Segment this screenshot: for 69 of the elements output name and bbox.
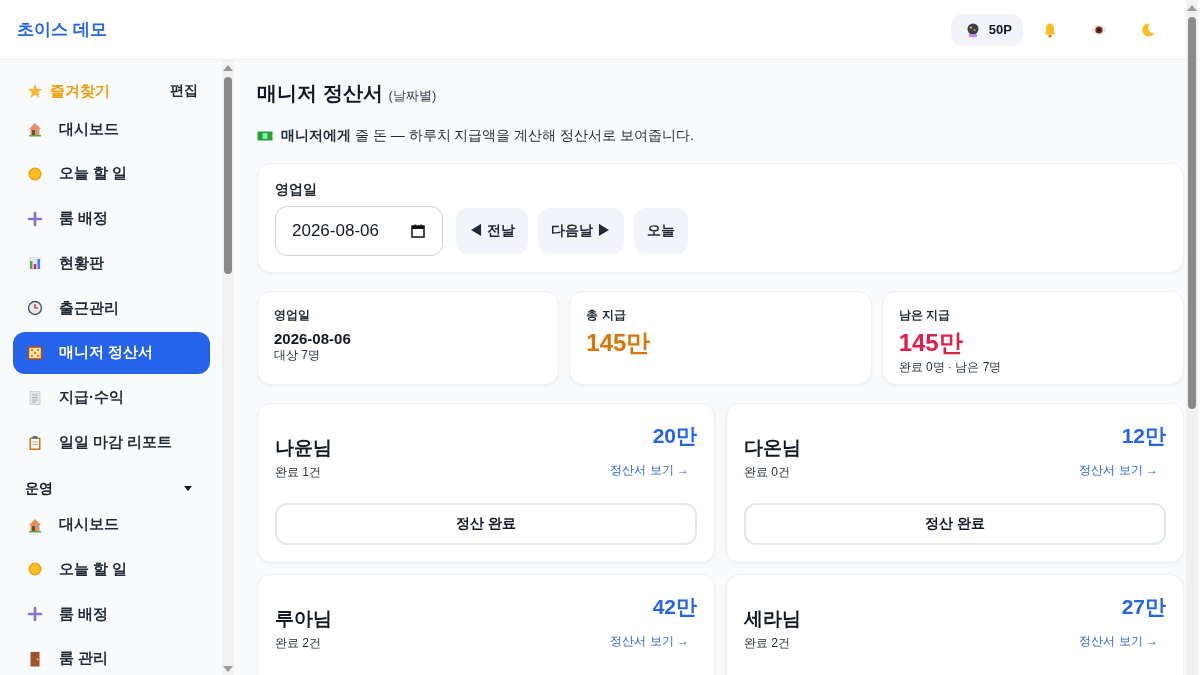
- completed-count: 완료 2건: [275, 635, 322, 652]
- moon-icon: [1140, 21, 1156, 38]
- settle-button[interactable]: 정산 완료: [275, 503, 697, 545]
- payout-amount: 20만: [652, 423, 697, 449]
- star-icon: [27, 83, 43, 99]
- payout-amount: 42만: [652, 594, 697, 620]
- stat-label: 총 지급: [586, 307, 627, 324]
- clipboard-icon: [27, 434, 43, 451]
- sidebar-item[interactable]: 일일 마감 리포트: [13, 421, 210, 464]
- sidebar-item[interactable]: 출근관리: [13, 287, 210, 330]
- stat-note: 완료 0명 · 남은 7명: [898, 359, 1003, 376]
- view-statement-link[interactable]: 정산서 보기 →: [1079, 633, 1158, 650]
- caret-icon: [184, 486, 192, 492]
- app-title: 초이스 데모: [17, 19, 107, 41]
- document-icon: [27, 389, 43, 406]
- manager-name: 세라님: [744, 607, 801, 631]
- sidebar-item[interactable]: 대시보드: [13, 503, 210, 546]
- sidebar-item[interactable]: 지급·수익: [13, 376, 210, 419]
- nav-button[interactable]: 오늘: [633, 208, 688, 254]
- bell-icon: [1042, 21, 1058, 38]
- points-button[interactable]: 50P: [950, 13, 1023, 46]
- house-icon: [27, 516, 43, 533]
- sidebar-item[interactable]: 오늘 할 일: [13, 152, 210, 195]
- sun-icon: [27, 561, 43, 578]
- bar-chart-icon: [27, 255, 43, 272]
- stat-value: 2026-08-06: [274, 330, 352, 347]
- nav-button[interactable]: ◀ 전날: [456, 208, 528, 254]
- abacus-icon: [27, 345, 43, 361]
- house-icon: [27, 121, 43, 137]
- field-label: 영업일: [275, 181, 318, 199]
- sidebar-item[interactable]: 현황판: [13, 242, 210, 285]
- sidebar-item[interactable]: 룸 배정: [13, 197, 210, 240]
- section-header[interactable]: 운영: [13, 475, 210, 502]
- sidebar-item[interactable]: 매니저 정산서: [13, 332, 210, 374]
- settle-button[interactable]: 정산 완료: [744, 503, 1166, 545]
- payout-amount: 12만: [1121, 423, 1166, 449]
- view-statement-link[interactable]: 정산서 보기 →: [610, 462, 689, 479]
- scrollbar[interactable]: [1186, 0, 1198, 675]
- plus-icon: [27, 210, 43, 227]
- stat-note: 대상 7명: [274, 347, 321, 364]
- sidebar-item[interactable]: 룸 배정: [13, 593, 210, 636]
- stat-value: 145만: [898, 328, 964, 358]
- view-statement-link[interactable]: 정산서 보기 →: [610, 633, 689, 650]
- favorites-heading: 즐겨찾기: [50, 81, 110, 101]
- view-statement-link[interactable]: 정산서 보기 →: [1079, 462, 1158, 479]
- sun-icon: [27, 165, 43, 182]
- stat-label: 영업일: [274, 307, 311, 324]
- sidebar-item[interactable]: 오늘 할 일: [13, 548, 210, 591]
- page-description: 매니저에게 줄 돈 — 하루치 지급액을 계산해 정산서로 보여줍니다.: [281, 127, 694, 145]
- stat-value: 145만: [586, 328, 652, 358]
- manager-name: 나윤님: [275, 436, 332, 460]
- edit-button[interactable]: 편집: [170, 82, 198, 100]
- completed-count: 완료 1건: [275, 464, 322, 481]
- plus-icon: [27, 606, 43, 623]
- clock-icon: [27, 300, 43, 317]
- completed-count: 완료 0건: [744, 464, 791, 481]
- completed-count: 완료 2건: [744, 635, 791, 652]
- manager-name: 다온님: [744, 436, 801, 460]
- title-note: (날짜별): [388, 87, 437, 105]
- page-title: 매니저 정산서: [257, 81, 383, 106]
- stat-label: 남은 지급: [898, 307, 951, 324]
- sidebar-item[interactable]: 룸 관리: [13, 637, 210, 675]
- sidebar-item[interactable]: 대시보드: [13, 108, 210, 150]
- calendar-icon: [410, 223, 426, 239]
- nav-button[interactable]: 다음날 ▶: [537, 208, 624, 254]
- payout-amount: 27만: [1121, 594, 1166, 620]
- scrollbar[interactable]: [222, 60, 234, 675]
- manager-name: 루아님: [275, 607, 332, 631]
- date-field[interactable]: 2026-08-06: [275, 206, 443, 256]
